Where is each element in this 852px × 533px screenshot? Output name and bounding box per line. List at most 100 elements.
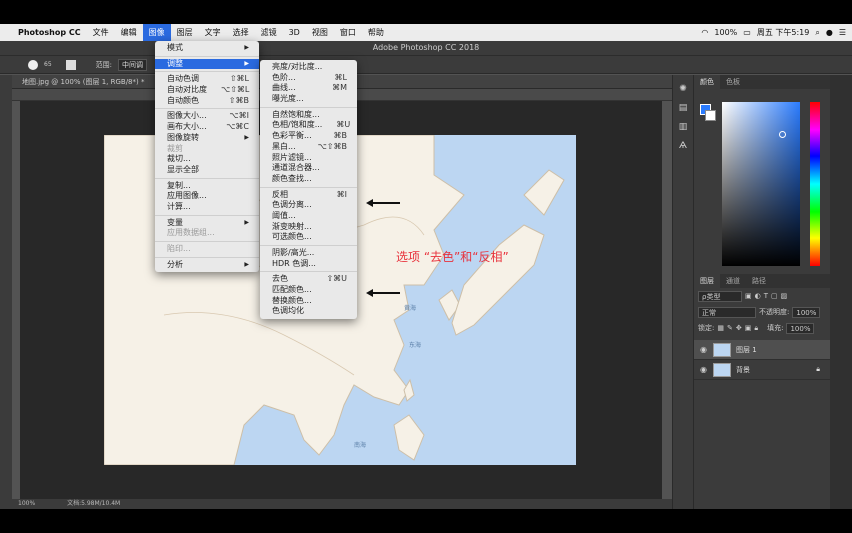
image-menu-item[interactable]: 自动色调 ⇧⌘L [155, 74, 259, 85]
adjust-menu-item[interactable]: 色调分离... [260, 200, 357, 211]
menu-help[interactable]: 帮助 [362, 27, 390, 38]
adjust-menu-item[interactable]: 去色 ⇧⌘U [260, 274, 357, 285]
shortcut-label: ⇧⌘L [229, 74, 249, 84]
adjust-menu-item[interactable]: 匹配颜色... [260, 285, 357, 296]
image-menu-item[interactable]: 模式 ▶ [155, 43, 259, 54]
brush-preset-icon[interactable] [28, 59, 38, 70]
menu-image[interactable]: 图像 [142, 24, 171, 41]
filter-smart-icon[interactable]: ▨ [781, 292, 788, 300]
image-menu-item[interactable]: 应用图像... [155, 191, 259, 202]
adjust-menu-item[interactable]: 曲线... ⌘M [260, 83, 357, 94]
doc-size[interactable]: 文档:5.98M/10.4M [67, 500, 120, 507]
tab-layers[interactable]: 图层 [694, 274, 720, 288]
adjust-menu-item[interactable]: 渐变映射... [260, 222, 357, 233]
menu-3d[interactable]: 3D [283, 28, 306, 37]
adjust-menu-item[interactable]: 色相/饱和度... ⌘U [260, 120, 357, 131]
adjust-menu-item[interactable]: 颜色查找... [260, 174, 357, 185]
adjust-menu-item[interactable]: 色调均化 [260, 306, 357, 317]
eye-icon[interactable]: ◉ [700, 365, 708, 374]
adjust-menu-item[interactable]: 亮度/对比度... [260, 62, 357, 73]
lock-pixels-icon[interactable]: ▦ [717, 324, 724, 332]
image-menu-item[interactable]: 变量 ▶ [155, 218, 259, 229]
lock-brush-icon[interactable]: ✎ [727, 324, 733, 332]
image-menu-item[interactable]: 复制... [155, 181, 259, 192]
image-menu-item[interactable]: 图像旋转 ▶ [155, 133, 259, 144]
opacity-input[interactable]: 100% [792, 306, 821, 318]
image-menu-item[interactable]: 显示全部 [155, 165, 259, 176]
image-menu-item[interactable]: 调整 ▶ [155, 58, 259, 70]
hue-slider[interactable] [810, 102, 820, 266]
histogram-icon[interactable]: ▤ [677, 103, 689, 113]
tool-mode-icon[interactable] [65, 59, 76, 70]
filter-type-icon[interactable]: T [764, 292, 768, 300]
menu-file[interactable]: 文件 [87, 27, 115, 38]
image-menu-item[interactable]: 计算... [155, 202, 259, 213]
layer-name[interactable]: 图层 1 [736, 345, 757, 355]
layer-filter-select[interactable]: ρ类型 [698, 290, 742, 302]
filter-shape-icon[interactable]: ▢ [771, 292, 778, 300]
clock[interactable]: 周五 下午5:19 [757, 27, 810, 38]
lock-move-icon[interactable]: ✥ [736, 324, 742, 332]
range-label: 范围: [95, 60, 112, 69]
adjust-menu-item[interactable]: 曝光度... [260, 94, 357, 105]
search-icon[interactable]: ⌕ [815, 28, 819, 38]
adjust-menu-item[interactable]: 通道混合器... [260, 163, 357, 174]
adjust-menu-item[interactable]: 可选颜色... [260, 232, 357, 243]
menu-filter[interactable]: 滤镜 [255, 27, 283, 38]
annotation-text: 选项 “去色”和“反相” [396, 250, 509, 264]
filter-pixel-icon[interactable]: ▣ [745, 292, 752, 300]
panel-icon-strip: ✺ ▤ ▥ Ѧ [672, 75, 694, 509]
menu-edit[interactable]: 编辑 [115, 27, 143, 38]
menu-layer[interactable]: 图层 [171, 27, 199, 38]
tab-paths[interactable]: 路径 [746, 274, 772, 288]
layer-name[interactable]: 背景 [736, 365, 750, 375]
adjust-menu-item[interactable]: HDR 色调... [260, 259, 357, 270]
lock-artboard-icon[interactable]: ▣ [745, 324, 752, 332]
image-menu-item[interactable]: 分析 ▶ [155, 260, 259, 271]
adjust-menu-item[interactable]: 黑白... ⌥⇧⌘B [260, 142, 357, 153]
color-field[interactable] [722, 102, 800, 266]
menu-type[interactable]: 文字 [199, 27, 227, 38]
color-picker-handle[interactable] [779, 131, 786, 138]
menu-window[interactable]: 窗口 [334, 27, 362, 38]
menu-separator [155, 71, 259, 73]
image-menu-item[interactable]: 自动颜色 ⇧⌘B [155, 96, 259, 107]
menu-select[interactable]: 选择 [227, 27, 255, 38]
tab-swatches[interactable]: 色板 [720, 75, 746, 89]
menu-app[interactable]: Photoshop CC [12, 28, 87, 37]
eye-icon[interactable]: ◉ [700, 345, 708, 354]
adjust-menu-item[interactable]: 色阶... ⌘L [260, 73, 357, 84]
layer-row-1[interactable]: ◉ 图层 1 [694, 340, 830, 360]
brush-settings-icon[interactable]: Ѧ [677, 141, 689, 151]
notification-icon[interactable]: ☰ [839, 28, 846, 37]
tab-color[interactable]: 颜色 [694, 75, 720, 89]
range-select[interactable]: 中间调 [118, 58, 147, 71]
filter-adjust-icon[interactable]: ◐ [755, 292, 761, 300]
image-menu-item[interactable]: 画布大小... ⌥⌘C [155, 122, 259, 133]
adjust-menu-item[interactable]: 阴影/高光... [260, 248, 357, 259]
image-menu-item[interactable]: 自动对比度 ⌥⇧⌘L [155, 85, 259, 96]
adjust-menu-item[interactable]: 照片滤镜... [260, 153, 357, 164]
menu-separator [155, 256, 259, 258]
siri-icon[interactable]: ● [826, 28, 833, 37]
properties-icon[interactable]: ▥ [677, 122, 689, 132]
adjust-menu-item[interactable]: 色彩平衡... ⌘B [260, 131, 357, 142]
zoom-level[interactable]: 100% [18, 500, 35, 507]
lock-all-icon[interactable]: 🔒︎ [754, 324, 758, 333]
adjust-menu-item[interactable]: 阈值... [260, 211, 357, 222]
adjust-menu-item[interactable]: 自然饱和度... [260, 110, 357, 121]
image-menu-item[interactable]: 图像大小... ⌥⌘I [155, 111, 259, 122]
tab-channels[interactable]: 通道 [720, 274, 746, 288]
blend-mode-select[interactable]: 正常 [698, 306, 756, 318]
adjust-menu-item[interactable]: 反相 ⌘I [260, 190, 357, 201]
adjust-menu-item[interactable]: 替换颜色... [260, 296, 357, 307]
background-color-swatch[interactable] [705, 110, 716, 121]
fill-input[interactable]: 100% [786, 322, 815, 334]
image-menu-item[interactable]: 裁切... [155, 154, 259, 165]
shortcut-label: ⇧⌘U [326, 274, 347, 284]
menu-view[interactable]: 视图 [306, 27, 334, 38]
battery-icon[interactable]: ▭ [743, 28, 751, 37]
layer-row-background[interactable]: ◉ 背景 🔒︎ [694, 360, 830, 380]
adjust-icon[interactable]: ✺ [677, 84, 689, 94]
wifi-icon[interactable]: ◠ [701, 28, 708, 37]
